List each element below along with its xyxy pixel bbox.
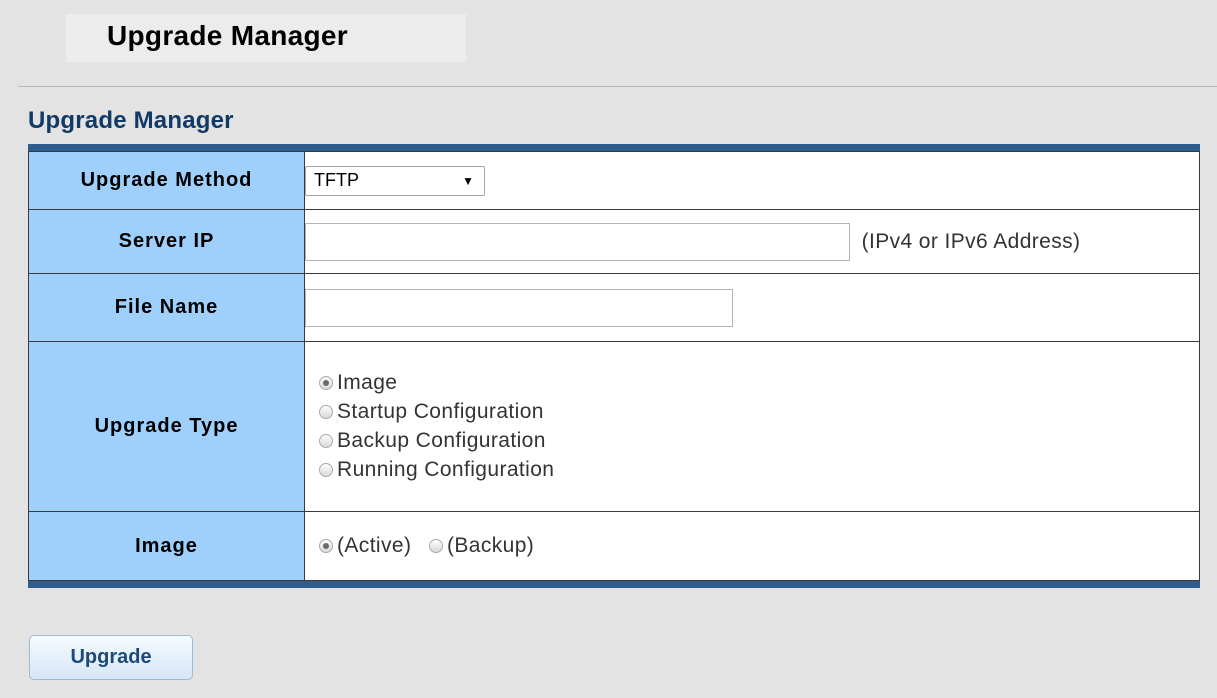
file-name-input[interactable] xyxy=(305,288,733,327)
upgrade-button[interactable]: Upgrade xyxy=(29,635,193,680)
file-name-cell xyxy=(304,273,1200,342)
upgrade-type-option-label: Image xyxy=(337,371,398,394)
upgrade-type-option-label: Startup Configuration xyxy=(337,400,544,423)
upgrade-type-label: Upgrade Type xyxy=(28,341,305,512)
upgrade-method-cell: TFTP ▼ xyxy=(304,151,1200,210)
server-ip-cell: (IPv4 or IPv6 Address) xyxy=(304,209,1200,274)
server-ip-row: Server IP (IPv4 or IPv6 Address) xyxy=(28,209,1200,274)
upgrade-type-cell: Image Startup Configuration Backup Confi… xyxy=(304,341,1200,512)
header-divider xyxy=(18,86,1217,87)
upgrade-manager-panel: Upgrade Method TFTP ▼ Server IP (IPv4 or… xyxy=(28,144,1200,588)
file-name-label: File Name xyxy=(28,273,305,342)
server-ip-label: Server IP xyxy=(28,209,305,274)
image-option-backup[interactable]: (Backup) xyxy=(428,533,535,558)
radio-icon[interactable] xyxy=(428,538,443,553)
upgrade-type-option-running-configuration[interactable]: Running Configuration xyxy=(319,456,1199,485)
upgrade-type-row: Upgrade Type Image Startup Configuration… xyxy=(28,341,1200,512)
radio-icon[interactable] xyxy=(319,405,333,419)
upgrade-method-row: Upgrade Method TFTP ▼ xyxy=(28,151,1200,210)
upgrade-type-option-backup-configuration[interactable]: Backup Configuration xyxy=(319,427,1199,456)
image-label: Image xyxy=(28,511,305,581)
image-cell: (Active) (Backup) xyxy=(304,511,1200,581)
upgrade-method-label: Upgrade Method xyxy=(28,151,305,210)
radio-icon[interactable] xyxy=(319,434,333,448)
image-option-active[interactable]: (Active) xyxy=(319,534,411,558)
section-title: Upgrade Manager xyxy=(28,107,234,134)
image-row: Image (Active) (Backup) xyxy=(28,511,1200,581)
server-ip-input[interactable] xyxy=(305,222,850,261)
upgrade-method-selected-value: TFTP xyxy=(314,170,359,190)
radio-icon[interactable] xyxy=(319,376,333,390)
upgrade-method-select[interactable]: TFTP ▼ xyxy=(305,165,485,196)
page-header-title: Upgrade Manager xyxy=(107,20,348,51)
file-name-row: File Name xyxy=(28,273,1200,342)
upgrade-type-option-image[interactable]: Image xyxy=(319,369,1199,398)
radio-icon[interactable] xyxy=(319,463,333,477)
chevron-down-icon: ▼ xyxy=(462,173,474,188)
image-option-label: (Active) xyxy=(337,533,412,557)
upgrade-type-option-label: Running Configuration xyxy=(337,458,555,481)
upgrade-type-option-label: Backup Configuration xyxy=(337,429,546,452)
radio-icon[interactable] xyxy=(319,538,333,553)
upgrade-type-option-startup-configuration[interactable]: Startup Configuration xyxy=(319,398,1199,427)
image-option-label: (Backup) xyxy=(446,533,535,557)
server-ip-hint: (IPv4 or IPv6 Address) xyxy=(861,229,1081,253)
upgrade-form-table: Upgrade Method TFTP ▼ Server IP (IPv4 or… xyxy=(28,151,1200,581)
